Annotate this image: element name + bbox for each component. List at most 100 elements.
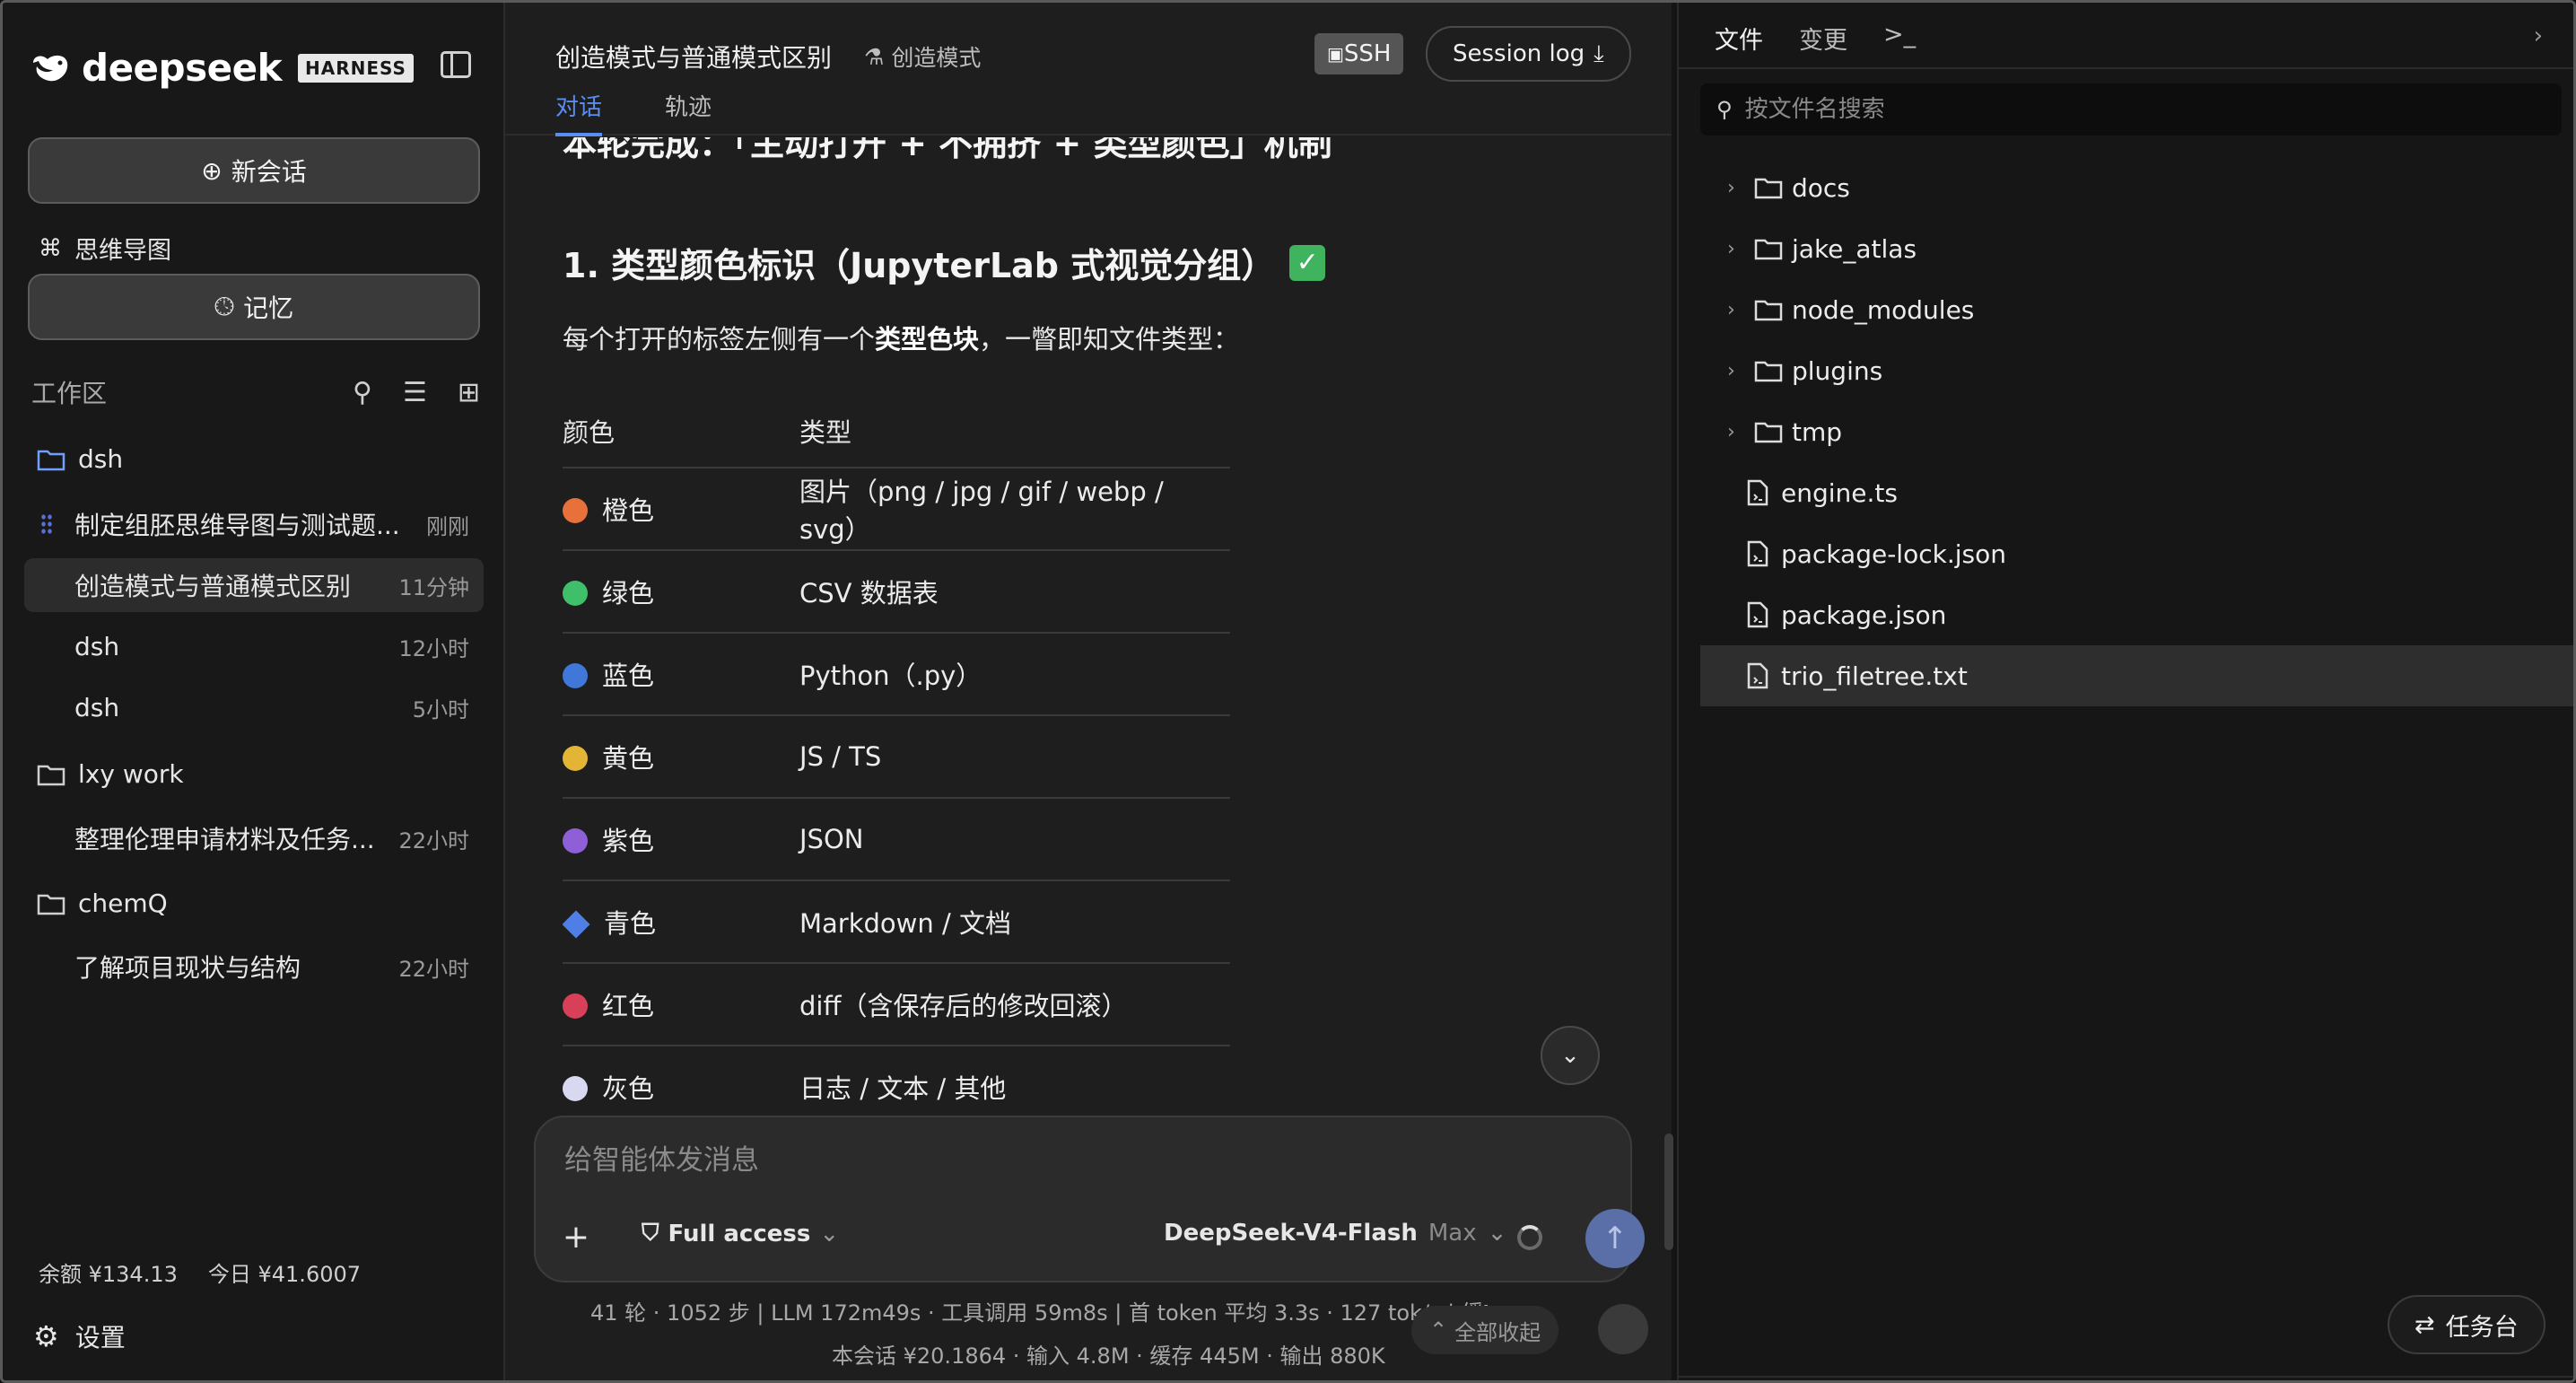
file-search-input[interactable] [1744, 96, 2517, 123]
session-time: 22小时 [398, 956, 469, 982]
color-cell: 灰色 [563, 1046, 799, 1116]
send-button[interactable]: ↑ [1585, 1209, 1645, 1268]
tree-folder[interactable]: › jake_atlas [1700, 218, 2573, 279]
composer: + ⛉ Full access ⌄ DeepSeek-V4-Flash Max … [534, 1116, 1645, 1282]
access-label: Full access [668, 1220, 811, 1247]
session-item[interactable]: 整理伦理申请材料及任务... 22小时 [24, 811, 484, 865]
divider [1679, 67, 2573, 69]
sidebar-toggle-icon[interactable] [441, 51, 471, 78]
chevron-right-icon: › [1727, 420, 1735, 443]
folder-icon [37, 894, 65, 915]
dot-swatch-icon [563, 746, 588, 771]
table-row: 蓝色 Python（.py） [563, 633, 1230, 716]
table-body: 橙色 图片（png / jpg / gif / webp / svg） 绿色 CSV … [563, 468, 1230, 1116]
color-name: 灰色 [602, 1073, 655, 1104]
sidebar: deepseek HARNESS ⊕ 新会话 ⌘ 思维导图 🕓︎ 记忆 工作区 … [3, 3, 505, 1380]
color-name: 紫色 [602, 826, 655, 856]
dot-swatch-icon [563, 498, 588, 523]
tab-changes[interactable]: 变更 [1799, 21, 1847, 56]
session-time: 12小时 [398, 635, 469, 661]
workspace-label: 工作区 [31, 379, 108, 408]
dot-swatch-icon [563, 828, 588, 853]
stats-line-2: 本会话 ¥20.1864 · 输入 4.8M · 缓存 445M · 输出 88… [832, 1344, 1385, 1369]
session-item[interactable]: dsh 12小时 [24, 619, 484, 673]
check-icon: ✓ [1289, 244, 1326, 281]
settings-button[interactable]: ⚙ 设置 [33, 1318, 126, 1354]
tree-folder[interactable]: › node_modules [1700, 279, 2573, 340]
tree-file-name: package-lock.json [1781, 538, 2006, 569]
task-panel-button[interactable]: ⇄ 任务台 [2388, 1295, 2545, 1354]
tab-conversation[interactable]: 对话 [555, 89, 603, 136]
ssh-button[interactable]: ▣ SSH [1314, 33, 1404, 74]
tree-folder[interactable]: › plugins [1700, 340, 2573, 401]
color-cell: 绿色 [563, 550, 799, 634]
folder-name: dsh [78, 444, 124, 474]
mindmap-link[interactable]: ⌘ 思维导图 [39, 231, 171, 266]
color-cell: 紫色 [563, 798, 799, 881]
file-search: ⚲ [1700, 83, 2562, 136]
folder-dsh[interactable]: dsh [37, 444, 123, 474]
tree-folder[interactable]: › docs [1700, 157, 2573, 218]
drag-handle-icon[interactable] [40, 513, 53, 535]
workspace-header: 工作区 ⚲ ☰ ⊞ [31, 374, 480, 410]
model-selector[interactable]: DeepSeek-V4-Flash Max ⌄ [1164, 1220, 1506, 1247]
table-header-color: 颜色 [563, 394, 799, 468]
diamond-swatch-icon [563, 910, 590, 939]
mindmap-icon: ⌘ [39, 234, 62, 262]
folder-open-icon [37, 450, 65, 470]
type-cell: diff（含保存后的修改回滚） [799, 963, 1230, 1046]
session-title: dsh [74, 692, 120, 722]
message-input[interactable] [564, 1135, 1587, 1186]
chevron-right-icon[interactable]: › [2534, 22, 2543, 49]
session-item[interactable]: 了解项目现状与结构 22小时 [24, 940, 484, 993]
search-icon[interactable]: ⚲ [353, 377, 372, 408]
app-window: deepseek HARNESS ⊕ 新会话 ⌘ 思维导图 🕓︎ 记忆 工作区 … [0, 0, 2576, 1383]
tab-terminal[interactable]: >_ [1883, 21, 1916, 56]
resize-handle[interactable] [1664, 1134, 1673, 1250]
access-selector[interactable]: ⛉ Full access ⌄ [642, 1220, 839, 1247]
section-heading-text: 1. 类型颜色标识（JupyterLab 式视觉分组） [563, 246, 1276, 285]
tree-file[interactable]: package.json [1700, 584, 2573, 645]
table-row: 黄色 JS / TS [563, 715, 1230, 799]
tree-file[interactable]: package-lock.json [1700, 523, 2573, 584]
chat-tabs: 对话 轨迹 [555, 89, 712, 136]
folder-lxy-work[interactable]: lxy work [37, 759, 184, 789]
new-chat-label: 新会话 [231, 157, 307, 187]
new-chat-button[interactable]: ⊕ 新会话 [28, 137, 480, 204]
session-time: 11分钟 [398, 574, 469, 600]
color-cell: 红色 [563, 963, 799, 1046]
chevron-down-icon: ⌄ [1487, 1220, 1507, 1247]
session-title: 制定组胚思维导图与测试题... [74, 511, 400, 540]
type-cell: 图片（png / jpg / gif / webp / svg） [799, 468, 1230, 551]
folder-chemq[interactable]: chemQ [37, 888, 168, 918]
type-cell: CSV 数据表 [799, 550, 1230, 634]
scroll-down-button[interactable]: ⌄ [1541, 1026, 1600, 1085]
attach-button[interactable]: + [554, 1214, 598, 1259]
session-log-button[interactable]: Session log ⤓ [1426, 26, 1631, 82]
tree-file-name: engine.ts [1781, 477, 1898, 508]
session-item[interactable]: dsh 5小时 [24, 680, 484, 734]
collapse-all-button[interactable]: ⌃ 全部收起 [1411, 1306, 1559, 1354]
color-name: 绿色 [602, 578, 655, 608]
tree-folder[interactable]: › tmp [1700, 401, 2573, 462]
tree-file[interactable]: engine.ts [1700, 462, 2573, 523]
para-post: ，一瞥即知文件类型： [979, 324, 1240, 355]
tab-trace[interactable]: 轨迹 [665, 89, 712, 136]
file-icon [1747, 601, 1768, 628]
session-item-active[interactable]: 创造模式与普通模式区别 11分钟 [24, 558, 484, 612]
type-cell: Markdown / 文档 [799, 880, 1230, 964]
filter-icon[interactable]: ☰ [403, 377, 427, 408]
brand-badge: HARNESS [298, 53, 414, 83]
session-item[interactable]: 制定组胚思维导图与测试题... 刚刚 [24, 497, 484, 551]
stats-line-1: 41 轮 · 1052 步 | LLM 172m49s · 工具调用 59m8s… [590, 1300, 1488, 1326]
gear-icon: ⚙ [33, 1319, 59, 1353]
status-circle[interactable] [1598, 1304, 1648, 1354]
type-cell: JSON [799, 798, 1230, 881]
file-panel-tabs: 文件 变更 >_ [1715, 21, 1916, 56]
memory-button[interactable]: 🕓︎ 记忆 [28, 274, 480, 340]
new-folder-icon[interactable]: ⊞ [458, 377, 480, 408]
type-cell: Python（.py） [799, 633, 1230, 716]
tab-files[interactable]: 文件 [1715, 21, 1763, 56]
task-panel-label: 任务台 [2445, 1313, 2519, 1342]
tree-file[interactable]: trio_filetree.txt [1700, 645, 2573, 706]
